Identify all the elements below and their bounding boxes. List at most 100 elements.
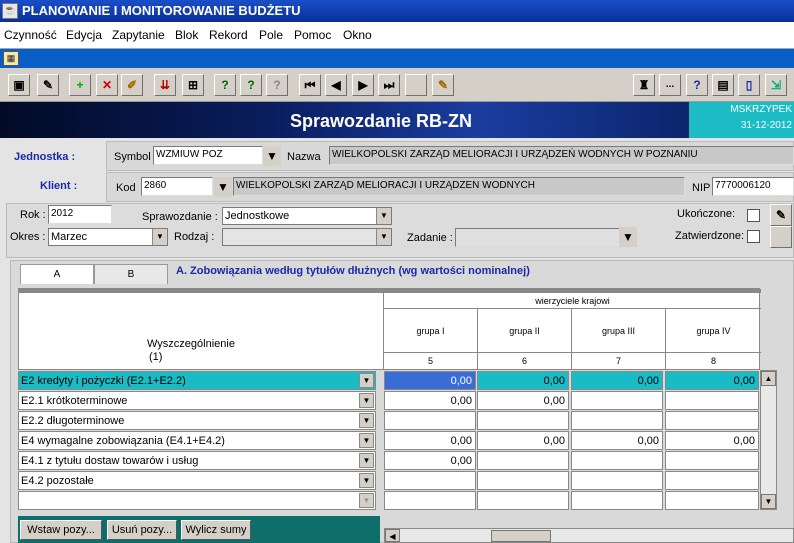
menu-edycja[interactable]: Edycja xyxy=(66,28,102,42)
menu-czynnosc[interactable]: Czynność xyxy=(4,28,57,42)
scroll-thumb[interactable] xyxy=(491,530,551,542)
insert-row-icon[interactable]: ⇊ xyxy=(154,74,176,96)
exit-icon[interactable]: ⇲ xyxy=(765,74,787,96)
table-cell[interactable] xyxy=(477,471,569,490)
users-icon[interactable]: ♜ xyxy=(633,74,655,96)
table-cell[interactable] xyxy=(384,411,476,430)
next-record-icon[interactable]: ▶ xyxy=(352,74,374,96)
chevron-down-icon[interactable]: ▼ xyxy=(359,473,374,488)
chevron-down-icon[interactable]: ▼ xyxy=(359,393,374,408)
klient-nazwa-field[interactable]: WIELKOPOLSKI ZARZĄD MELIORACJI I URZĄDZE… xyxy=(233,177,685,196)
horizontal-scrollbar[interactable]: ◀ xyxy=(384,528,794,543)
zadanie-lov-chevron-icon[interactable]: ▼ xyxy=(619,227,637,247)
menu-blok[interactable]: Blok xyxy=(175,28,198,42)
blank-button[interactable] xyxy=(405,74,427,96)
chevron-down-icon[interactable]: ▼ xyxy=(359,493,374,508)
add-record-icon[interactable]: + xyxy=(69,74,91,96)
table-cell[interactable]: 0,00 xyxy=(384,451,476,470)
query-cancel-icon[interactable]: ? xyxy=(266,74,288,96)
symbol-field[interactable]: WZMIUW POZ xyxy=(153,146,263,165)
nip-field[interactable]: 7770006120 xyxy=(712,177,794,196)
tab-b[interactable]: B xyxy=(94,264,168,284)
table-row-label[interactable]: ▼ xyxy=(18,491,376,510)
table-row-label[interactable]: E2.1 krótkoterminowe ▼ xyxy=(18,391,376,410)
menu-pomoc[interactable]: Pomoc xyxy=(294,28,331,42)
table-cell[interactable] xyxy=(571,491,663,510)
insert-row-button[interactable]: Wstaw pozy... xyxy=(20,520,102,540)
query-execute-icon[interactable]: ? xyxy=(240,74,262,96)
save-icon[interactable]: ▣ xyxy=(8,74,30,96)
menu-okno[interactable]: Okno xyxy=(343,28,372,42)
table-cell[interactable] xyxy=(571,471,663,490)
table-cell[interactable]: 0,00 xyxy=(477,391,569,410)
tab-a[interactable]: A xyxy=(20,264,94,284)
last-record-icon[interactable]: ⏭ xyxy=(378,74,400,96)
print-icon[interactable]: ✎ xyxy=(37,74,59,96)
chevron-down-icon[interactable]: ▼ xyxy=(152,229,167,245)
split-icon[interactable]: ⊞ xyxy=(182,74,204,96)
table-row-label[interactable]: E4.2 pozostałe ▼ xyxy=(18,471,376,490)
zadanie-field[interactable] xyxy=(455,228,620,247)
ukonczone-checkbox[interactable] xyxy=(747,209,760,222)
scroll-up-icon[interactable]: ▲ xyxy=(761,371,776,386)
chevron-down-icon[interactable]: ▼ xyxy=(376,229,391,245)
more-button[interactable]: ... xyxy=(659,74,681,96)
okres-select[interactable]: Marzec ▼ xyxy=(48,228,168,246)
table-cell[interactable] xyxy=(665,471,759,490)
chevron-down-icon[interactable]: ▼ xyxy=(359,373,374,388)
zatwierdzone-checkbox[interactable] xyxy=(747,230,760,243)
table-cell[interactable]: 0,00 xyxy=(665,371,759,390)
scroll-left-icon[interactable]: ◀ xyxy=(385,529,400,542)
table-cell[interactable]: 0,00 xyxy=(665,431,759,450)
chevron-down-icon[interactable]: ▼ xyxy=(359,453,374,468)
info-icon[interactable]: ▯ xyxy=(738,74,760,96)
table-cell[interactable] xyxy=(384,491,476,510)
table-cell[interactable] xyxy=(477,411,569,430)
chevron-down-icon[interactable]: ▼ xyxy=(376,208,391,224)
calculator-icon[interactable]: ▤ xyxy=(712,74,734,96)
edit-note-icon[interactable]: ✎ xyxy=(770,204,792,226)
edit-icon[interactable]: ✎ xyxy=(432,74,454,96)
kod-lov-chevron-icon[interactable]: ▼ xyxy=(214,177,232,197)
chevron-down-icon[interactable]: ▼ xyxy=(359,433,374,448)
menu-zapytanie[interactable]: Zapytanie xyxy=(112,28,165,42)
table-row-label[interactable]: E2 kredyty i pożyczki (E2.1+E2.2) ▼ xyxy=(18,371,376,390)
chevron-down-icon[interactable]: ▼ xyxy=(359,413,374,428)
symbol-lov-chevron-icon[interactable]: ▼ xyxy=(263,146,281,166)
clear-icon[interactable]: ✐ xyxy=(121,74,143,96)
table-cell[interactable] xyxy=(665,451,759,470)
menu-pole[interactable]: Pole xyxy=(259,28,283,42)
table-cell[interactable]: 0,00 xyxy=(571,431,663,450)
calculate-sums-button[interactable]: Wylicz sumy xyxy=(181,520,251,540)
table-row-label[interactable]: E4 wymagalne zobowiązania (E4.1+E4.2) ▼ xyxy=(18,431,376,450)
kod-field[interactable]: 2860 xyxy=(141,177,213,196)
nazwa-field[interactable]: WIELKOPOLSKI ZARZĄD MELIORACJI I URZĄDZE… xyxy=(329,146,794,165)
table-row-label[interactable]: E2.2 długoterminowe ▼ xyxy=(18,411,376,430)
vertical-scrollbar[interactable]: ▲ ▼ xyxy=(760,370,777,510)
delete-record-icon[interactable]: ✕ xyxy=(96,74,118,96)
table-row-label[interactable]: E4.1 z tytułu dostaw towarów i usług ▼ xyxy=(18,451,376,470)
table-cell[interactable] xyxy=(571,451,663,470)
table-cell[interactable] xyxy=(477,451,569,470)
help-icon[interactable]: ? xyxy=(686,74,708,96)
table-cell[interactable] xyxy=(477,491,569,510)
sprawozdanie-select[interactable]: Jednostkowe ▼ xyxy=(222,207,392,225)
rok-field[interactable]: 2012 xyxy=(48,205,112,224)
delete-row-button[interactable]: Usuń pozy... xyxy=(107,520,177,540)
table-cell[interactable] xyxy=(665,491,759,510)
table-cell[interactable] xyxy=(571,411,663,430)
menu-rekord[interactable]: Rekord xyxy=(209,28,248,42)
rodzaj-select[interactable]: ▼ xyxy=(222,228,392,246)
blank-side-button[interactable] xyxy=(770,226,792,248)
query-icon[interactable]: ? xyxy=(214,74,236,96)
table-cell[interactable]: 0,00 xyxy=(571,371,663,390)
table-cell[interactable] xyxy=(571,391,663,410)
first-record-icon[interactable]: ⏮ xyxy=(299,74,321,96)
table-cell[interactable] xyxy=(384,471,476,490)
table-cell[interactable] xyxy=(665,391,759,410)
table-cell[interactable]: 0,00 xyxy=(477,371,569,390)
table-cell[interactable]: 0,00 xyxy=(384,391,476,410)
prev-record-icon[interactable]: ◀ xyxy=(325,74,347,96)
table-cell[interactable]: 0,00 xyxy=(477,431,569,450)
table-cell[interactable]: 0,00 xyxy=(384,371,476,390)
